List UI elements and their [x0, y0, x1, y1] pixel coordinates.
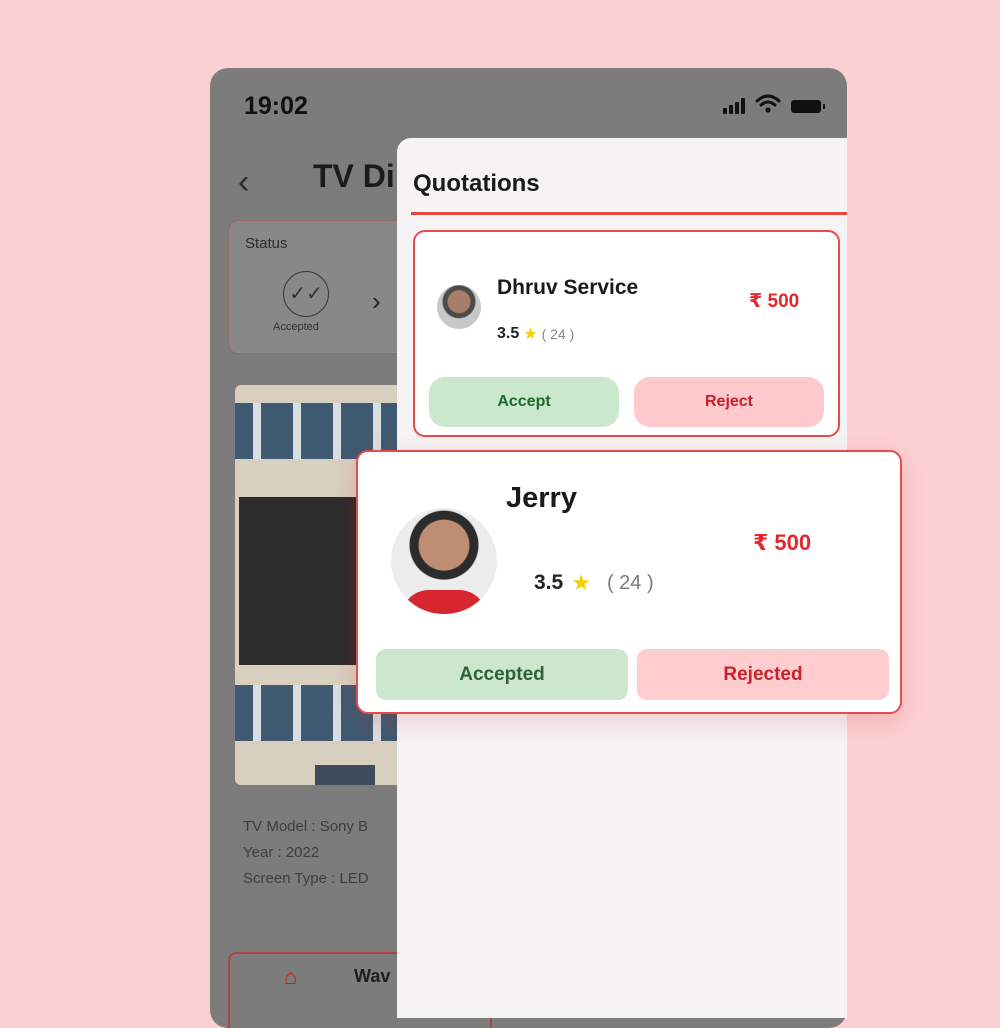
- provider-name: Dhruv Service: [497, 276, 639, 299]
- home-icon[interactable]: ⌂: [284, 964, 297, 990]
- wifi-icon: [755, 94, 781, 113]
- quotation-price: ₹ 500: [749, 291, 800, 312]
- rating: 3.5 ★ ( 24 ): [497, 324, 574, 344]
- provider-name: Jerry: [506, 482, 577, 514]
- rating-value: 3.5: [534, 571, 564, 594]
- quotation-card-highlighted: Jerry ₹ 500 3.5 ★ ( 24 ) Accepted Reject…: [356, 450, 902, 714]
- spec-year: Year : 2022: [243, 844, 320, 861]
- double-check-icon: ✓✓: [283, 271, 329, 317]
- star-icon: ★: [571, 570, 591, 595]
- sheet-divider: [411, 212, 847, 215]
- status-icons: [723, 94, 825, 114]
- quotation-price: ₹ 500: [753, 530, 812, 555]
- rating-value: 3.5: [497, 325, 520, 342]
- rating: 3.5 ★ ( 24 ): [534, 570, 654, 596]
- page-title: TV Di: [313, 158, 395, 194]
- accept-button[interactable]: Accept: [429, 377, 619, 427]
- chevron-right-icon[interactable]: ›: [372, 286, 381, 317]
- battery-icon: [791, 100, 825, 113]
- accepted-button[interactable]: Accepted: [376, 649, 628, 700]
- spec-screen-type: Screen Type : LED: [243, 870, 369, 887]
- tv-specs: TV Model : Sony B Year : 2022 Screen Typ…: [243, 814, 369, 892]
- status-bar: 19:02: [210, 68, 847, 138]
- tv-stand: [315, 765, 375, 785]
- star-icon: ★: [523, 326, 538, 343]
- sheet-title: Quotations: [413, 170, 540, 197]
- chevron-left-icon[interactable]: ‹: [238, 163, 249, 202]
- avatar: [437, 285, 481, 329]
- avatar: [391, 508, 497, 614]
- signal-icon: [723, 98, 745, 114]
- reject-button[interactable]: Reject: [634, 377, 824, 427]
- nav-label[interactable]: Wav: [354, 966, 390, 987]
- status-value: Accepted: [273, 321, 319, 333]
- review-count: ( 24 ): [541, 326, 575, 342]
- quotation-card: Dhruv Service ₹ 500 3.5 ★ ( 24 ) Accept …: [413, 230, 840, 437]
- spec-model: TV Model : Sony B: [243, 818, 369, 835]
- status-label: Status: [245, 235, 288, 252]
- rejected-button[interactable]: Rejected: [637, 649, 889, 700]
- status-time: 19:02: [244, 92, 308, 120]
- review-count: ( 24 ): [606, 571, 654, 594]
